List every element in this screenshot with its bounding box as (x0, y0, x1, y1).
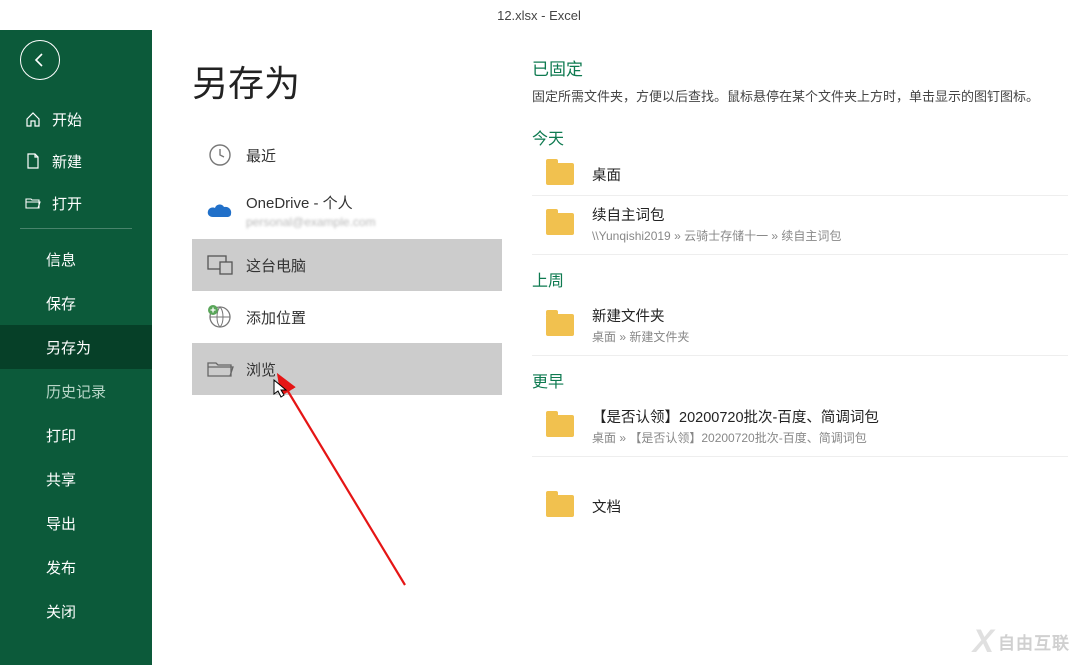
sidebar-item-export[interactable]: 导出 (0, 501, 152, 545)
location-label: 最近 (246, 145, 276, 166)
file-name: 文档 (592, 496, 621, 517)
file-item[interactable]: 文档 (532, 487, 1068, 527)
location-list: 最近 OneDrive - 个人 personal@example.com 这台… (192, 129, 502, 395)
onedrive-account: personal@example.com (246, 215, 376, 229)
main-panel: 另存为 最近 OneDrive - 个人 personal@example.co… (152, 30, 1078, 665)
title-bar: 12.xlsx - Excel (0, 0, 1078, 30)
back-button[interactable] (20, 40, 60, 80)
sidebar-label: 新建 (52, 151, 82, 172)
location-label: OneDrive - 个人 (246, 192, 376, 213)
sidebar-label: 共享 (46, 469, 76, 490)
sidebar-item-history[interactable]: 历史记录 (0, 369, 152, 413)
open-folder-icon (24, 196, 42, 210)
file-name: 【是否认领】20200720批次-百度、简调词包 (592, 406, 879, 427)
sidebar-label: 导出 (46, 513, 76, 534)
file-item[interactable]: 桌面 (532, 155, 1068, 196)
back-arrow-icon (32, 52, 48, 68)
sidebar-item-info[interactable]: 信息 (0, 237, 152, 281)
group-earlier: 更早 (532, 368, 1068, 392)
file-path: 桌面 » 新建文件夹 (592, 328, 689, 345)
location-label: 这台电脑 (246, 255, 306, 276)
watermark-logo: X (973, 623, 994, 660)
location-onedrive[interactable]: OneDrive - 个人 personal@example.com (192, 181, 502, 239)
sidebar-item-save[interactable]: 保存 (0, 281, 152, 325)
clock-icon (200, 142, 240, 168)
sidebar-label: 另存为 (46, 337, 91, 358)
file-item[interactable]: 续自主词包 \\Yunqishi2019 » 云骑士存储十一 » 续自主词包 (532, 196, 1068, 255)
add-place-icon (200, 304, 240, 330)
location-label: 浏览 (246, 359, 276, 380)
sidebar-label: 保存 (46, 293, 76, 314)
folder-icon (546, 415, 574, 437)
title-text: 12.xlsx - Excel (497, 8, 581, 23)
watermark-text: 自由互联 (998, 629, 1070, 654)
sidebar-item-publish[interactable]: 发布 (0, 545, 152, 589)
sidebar-item-home[interactable]: 开始 (0, 98, 152, 140)
browse-folder-icon (200, 359, 240, 379)
group-lastweek: 上周 (532, 267, 1068, 291)
sidebar-label: 历史记录 (46, 381, 106, 402)
home-icon (24, 111, 42, 127)
sidebar-label: 发布 (46, 557, 76, 578)
sidebar-label: 开始 (52, 109, 82, 130)
sidebar-item-share[interactable]: 共享 (0, 457, 152, 501)
file-name: 桌面 (592, 164, 621, 185)
sidebar: 开始 新建 打开 信息 保存 另存为 历史记录 打印 共享 导出 发布 关闭 (0, 0, 152, 665)
group-today: 今天 (532, 125, 1068, 149)
pinned-title: 已固定 (532, 55, 1068, 80)
location-browse[interactable]: 浏览 (192, 343, 502, 395)
sidebar-label: 打开 (52, 193, 82, 214)
sidebar-item-close[interactable]: 关闭 (0, 589, 152, 633)
files-column: 已固定 固定所需文件夹，方便以后查找。鼠标悬停在某个文件夹上方时，单击显示的图钉… (502, 55, 1078, 665)
file-path: 桌面 » 【是否认领】20200720批次-百度、简调词包 (592, 429, 879, 446)
folder-icon (546, 213, 574, 235)
sidebar-item-saveas[interactable]: 另存为 (0, 325, 152, 369)
pc-icon (200, 254, 240, 276)
sidebar-item-new[interactable]: 新建 (0, 140, 152, 182)
folder-icon (546, 495, 574, 517)
location-add-place[interactable]: 添加位置 (192, 291, 502, 343)
cloud-icon (200, 201, 240, 219)
sidebar-item-open[interactable]: 打开 (0, 182, 152, 224)
divider (20, 228, 132, 229)
folder-icon (546, 314, 574, 336)
watermark: X 自由互联 (973, 623, 1070, 660)
file-path: \\Yunqishi2019 » 云骑士存储十一 » 续自主词包 (592, 227, 841, 244)
new-file-icon (24, 153, 42, 169)
page-title: 另存为 (192, 55, 502, 107)
locations-column: 另存为 最近 OneDrive - 个人 personal@example.co… (192, 55, 502, 665)
location-recent[interactable]: 最近 (192, 129, 502, 181)
sidebar-item-print[interactable]: 打印 (0, 413, 152, 457)
pinned-description: 固定所需文件夹，方便以后查找。鼠标悬停在某个文件夹上方时，单击显示的图钉图标。 (532, 86, 1068, 105)
file-name: 续自主词包 (592, 204, 841, 225)
location-label: 添加位置 (246, 307, 306, 328)
sidebar-label: 打印 (46, 425, 76, 446)
sidebar-label: 关闭 (46, 601, 76, 622)
file-item[interactable]: 新建文件夹 桌面 » 新建文件夹 (532, 297, 1068, 356)
sidebar-label: 信息 (46, 249, 76, 270)
location-this-pc[interactable]: 这台电脑 (192, 239, 502, 291)
file-item[interactable]: 【是否认领】20200720批次-百度、简调词包 桌面 » 【是否认领】2020… (532, 398, 1068, 457)
folder-icon (546, 163, 574, 185)
file-name: 新建文件夹 (592, 305, 689, 326)
